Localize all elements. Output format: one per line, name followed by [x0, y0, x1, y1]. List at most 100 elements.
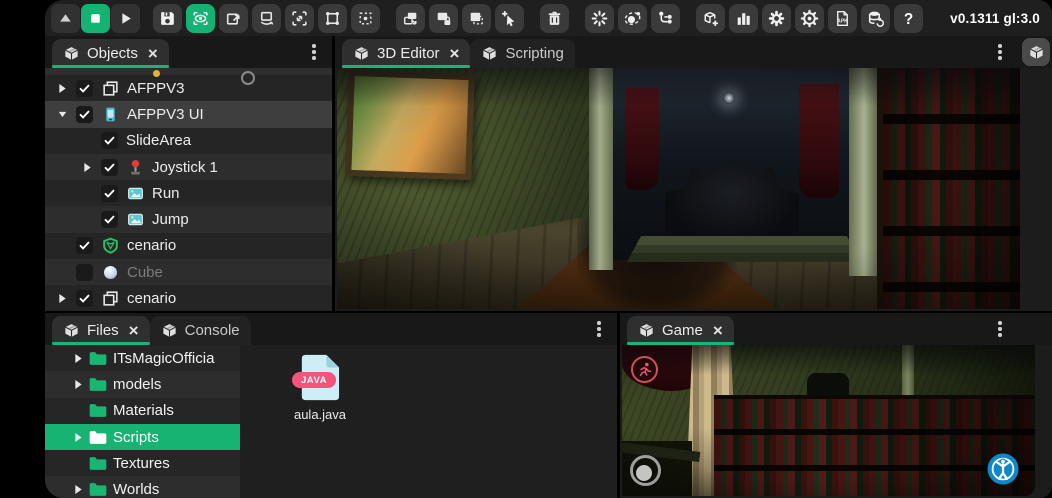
- hierarchy-row-joystick-1[interactable]: Joystick 1: [45, 154, 332, 180]
- folder-row-models[interactable]: models: [45, 371, 240, 397]
- paste-special-button[interactable]: [462, 4, 491, 33]
- play-triangle-icon: [116, 9, 135, 28]
- stop-square-icon: [86, 9, 105, 28]
- delete-button[interactable]: [540, 4, 569, 33]
- files-panel: Files×Console ITsMagicOfficiamodels Mater…: [45, 313, 617, 498]
- accessibility-button[interactable]: [986, 452, 1020, 486]
- expand-icon[interactable]: [71, 432, 86, 443]
- folder-label: Materials: [113, 402, 174, 419]
- visibility-checkbox[interactable]: [76, 237, 93, 254]
- panel-collapse-button[interactable]: [51, 4, 80, 33]
- collapse-icon[interactable]: [53, 109, 71, 120]
- engine-settings-button[interactable]: [795, 4, 824, 33]
- visibility-checkbox[interactable]: [101, 185, 118, 202]
- hierarchy-row-jump[interactable]: Jump: [45, 206, 332, 232]
- square-rotate-icon: [257, 9, 276, 28]
- add-object-button[interactable]: [696, 4, 725, 33]
- tab-files[interactable]: Files×: [52, 316, 150, 345]
- files-panel-menu-icon[interactable]: [593, 317, 605, 341]
- expand-icon[interactable]: [78, 162, 96, 173]
- file-item-aula-java[interactable]: JAVA aula.java: [282, 353, 358, 422]
- hierarchy-row-afppv3[interactable]: AFPPV3: [45, 75, 332, 101]
- hierarchy-row-slidearea[interactable]: SlideArea: [45, 128, 332, 154]
- folder-row-worlds[interactable]: Worlds: [45, 476, 240, 498]
- tab-console[interactable]: Console: [150, 316, 251, 345]
- close-icon[interactable]: ×: [450, 45, 460, 62]
- db-sync-button[interactable]: [861, 4, 890, 33]
- preview-button[interactable]: [186, 4, 215, 33]
- close-icon[interactable]: ×: [148, 45, 158, 62]
- tab-3d-editor[interactable]: 3D Editor×: [342, 39, 470, 68]
- save-button[interactable]: [153, 4, 182, 33]
- question-icon: ?: [899, 9, 918, 28]
- add-panel-button[interactable]: [1022, 38, 1050, 66]
- node-graph-button[interactable]: [651, 4, 680, 33]
- apk-file-icon: APK: [833, 9, 852, 28]
- visibility-checkbox[interactable]: [76, 106, 93, 123]
- rect-tool-button[interactable]: [318, 4, 347, 33]
- object-label: Joystick 1: [152, 159, 218, 176]
- panel-cube-icon: [63, 322, 80, 339]
- expand-icon[interactable]: [53, 83, 71, 94]
- pointer-add-button[interactable]: [495, 4, 524, 33]
- partial-object-icon: [241, 71, 255, 85]
- object-label: SlideArea: [126, 132, 191, 149]
- game-viewport[interactable]: [622, 345, 1035, 496]
- stop-button[interactable]: [81, 4, 110, 33]
- hierarchy-row-run[interactable]: Run: [45, 180, 332, 206]
- image-icon: [126, 184, 145, 203]
- run-button[interactable]: [631, 356, 658, 383]
- rotate-tool-button[interactable]: [252, 4, 281, 33]
- expand-icon[interactable]: [53, 293, 71, 304]
- expand-icon[interactable]: [71, 353, 86, 364]
- close-icon[interactable]: ×: [129, 322, 139, 339]
- game-vignette: [622, 345, 1035, 496]
- visibility-checkbox[interactable]: [76, 264, 93, 281]
- play-button[interactable]: [111, 4, 140, 33]
- visibility-checkbox[interactable]: [101, 132, 118, 149]
- scale-tool-button[interactable]: [285, 4, 314, 33]
- editor-viewport[interactable]: [337, 68, 1020, 309]
- folder-row-itsmagicofficia[interactable]: ITsMagicOfficia: [45, 345, 240, 371]
- close-icon[interactable]: ×: [713, 322, 723, 339]
- visibility-checkbox[interactable]: [76, 290, 93, 307]
- hierarchy-row-cenario[interactable]: cenario: [45, 285, 332, 311]
- light-button[interactable]: [585, 4, 614, 33]
- hierarchy-row-cenario[interactable]: cenario: [45, 233, 332, 259]
- visibility-checkbox[interactable]: [76, 80, 93, 97]
- gear-icon: [767, 9, 786, 28]
- duplicate-button[interactable]: [396, 4, 425, 33]
- editor-tabbar: 3D Editor×Scripting: [335, 36, 1052, 68]
- visibility-checkbox[interactable]: [101, 211, 118, 228]
- expand-icon[interactable]: [71, 484, 86, 495]
- folder-row-textures[interactable]: Textures: [45, 450, 240, 476]
- game-panel-menu-icon[interactable]: [994, 317, 1006, 341]
- object-label: Cube: [127, 264, 163, 281]
- settings-button[interactable]: [762, 4, 791, 33]
- object-label: cenario: [127, 290, 176, 307]
- tab-scripting[interactable]: Scripting: [470, 39, 574, 68]
- hierarchy-row-cube[interactable]: Cube: [45, 259, 332, 285]
- visibility-checkbox[interactable]: [101, 159, 118, 176]
- help-button[interactable]: ?: [894, 4, 923, 33]
- move-tool-button[interactable]: [219, 4, 248, 33]
- joystick-knob[interactable]: [636, 465, 652, 481]
- lock-button[interactable]: [429, 4, 458, 33]
- objects-panel-menu-icon[interactable]: [308, 40, 320, 64]
- files-tabbar: Files×Console: [45, 313, 617, 345]
- joystick-control[interactable]: [630, 455, 661, 486]
- folder-row-scripts[interactable]: Scripts: [45, 424, 240, 450]
- tab-game[interactable]: Game×: [627, 316, 734, 345]
- orbit-button[interactable]: [618, 4, 647, 33]
- hierarchy-row-partial[interactable]: [45, 68, 332, 75]
- scene-vignette: [337, 68, 1020, 309]
- expand-icon[interactable]: [71, 379, 86, 390]
- hierarchy-row-afppv3-ui[interactable]: AFPPV3 UI: [45, 101, 332, 127]
- folder-row-materials[interactable]: Materials: [45, 398, 240, 424]
- tab-objects[interactable]: Objects×: [52, 39, 169, 68]
- object-label: Jump: [152, 211, 189, 228]
- editor-panel-menu-icon[interactable]: [994, 40, 1006, 64]
- export-apk-button[interactable]: APK: [828, 4, 857, 33]
- pivot-tool-button[interactable]: [351, 4, 380, 33]
- stats-button[interactable]: [729, 4, 758, 33]
